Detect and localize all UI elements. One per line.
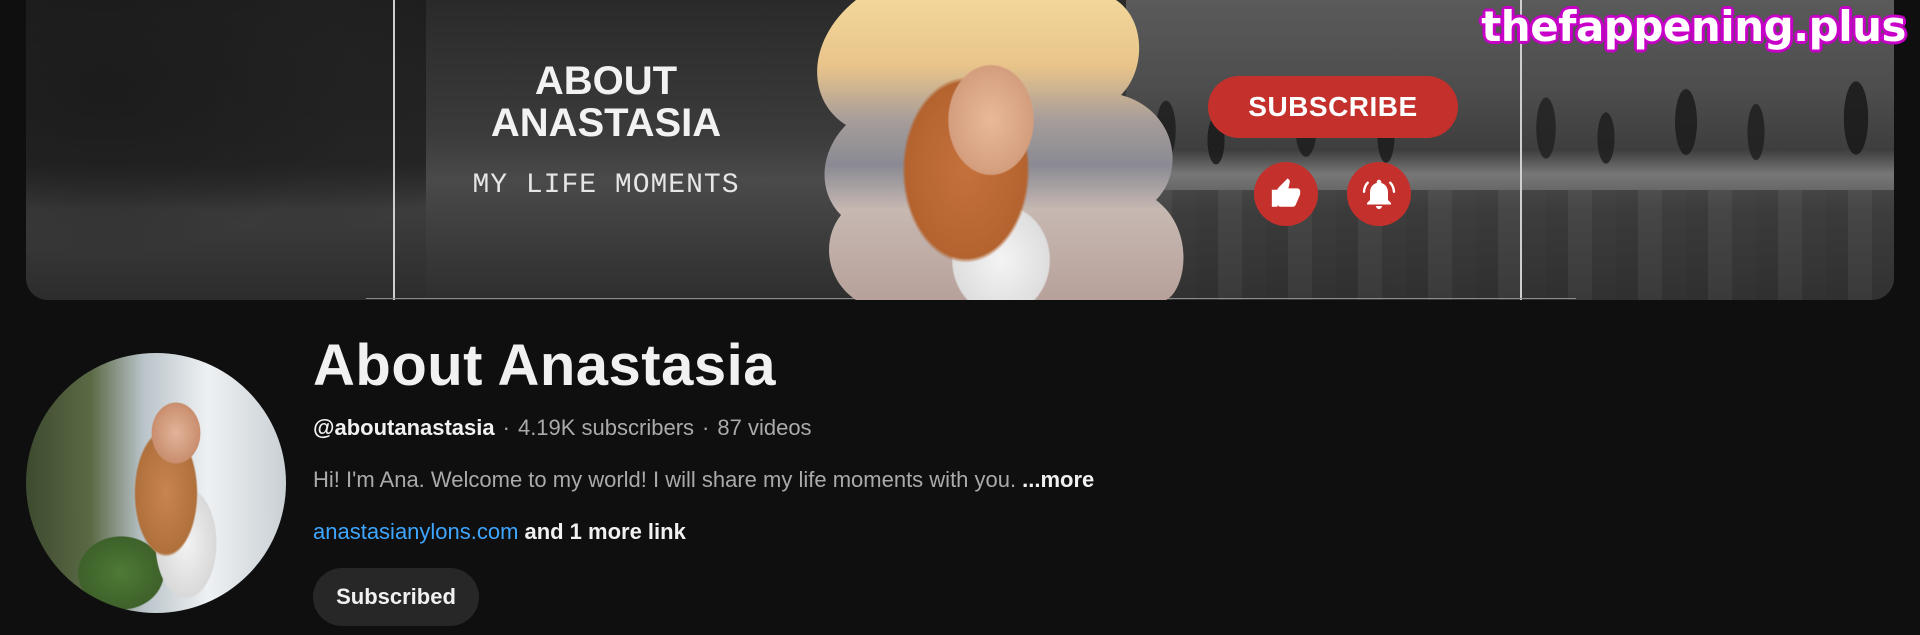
banner-forest-left [26,0,426,300]
more-button[interactable]: ...more [1022,467,1094,492]
channel-handle: @aboutanastasia [313,415,495,440]
channel-name: About Anastasia [313,333,776,398]
banner-title: ABOUT ANASTASIA [490,59,722,145]
more-links-button[interactable]: and 1 more link [524,519,685,544]
thumbs-up-icon [1254,162,1318,226]
channel-meta: @aboutanastasia · 4.19K subscribers · 87 vid… [313,415,812,441]
banner-subscribe-graphic: SUBSCRIBE [1208,76,1458,138]
banner-divider-left [393,0,395,300]
channel-link[interactable]: anastasianylons.com [313,519,518,544]
bell-icon [1347,162,1411,226]
channel-links: anastasianylons.com and 1 more link [313,519,686,545]
description-text: Hi! I'm Ana. Welcome to my world! I will… [313,467,1017,492]
subscriber-count: 4.19K subscribers [517,415,695,440]
meta-separator: · [702,415,710,440]
banner-subtitle: MY LIFE MOMENTS [472,170,740,201]
subscribed-button[interactable]: Subscribed [313,568,479,626]
watermark-logo: thefappening.plus [1481,2,1906,51]
channel-description[interactable]: Hi! I'm Ana. Welcome to my world! I will… [313,467,1094,493]
channel-avatar[interactable] [26,353,286,613]
meta-separator: · [502,415,510,440]
banner-lake-reflection [1126,190,1894,300]
video-count: 87 videos [717,415,812,440]
